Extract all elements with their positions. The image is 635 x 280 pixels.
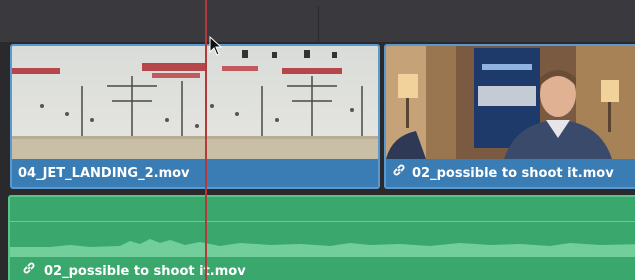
timeline-ruler[interactable] [0, 0, 635, 42]
clip-name-jet-landing: 04_JET_LANDING_2.mov [18, 166, 190, 181]
audio-waveform [10, 227, 635, 257]
link-icon [392, 159, 408, 187]
audio-clip-interview[interactable]: 02_possible to shoot it.mov [8, 195, 635, 280]
audio-clip-name: 02_possible to shoot it.mov [44, 264, 246, 279]
video-clip-interview[interactable]: 02_possible to shoot it.mov [384, 44, 635, 189]
clip-label-jet-landing: 04_JET_LANDING_2.mov [12, 159, 378, 187]
clip-label-interview: 02_possible to shoot it.mov [386, 159, 635, 187]
link-icon [22, 261, 38, 279]
clip-name-interview: 02_possible to shoot it.mov [412, 166, 614, 181]
audio-level-line [10, 221, 635, 222]
arrow-cursor-icon [209, 35, 223, 56]
video-clip-jet-landing[interactable]: 04_JET_LANDING_2.mov [10, 44, 380, 189]
audio-clip-label: 02_possible to shoot it.mov [22, 261, 246, 279]
clip-thumbnail-interview [386, 46, 635, 159]
ruler-divider [318, 6, 319, 42]
playhead[interactable] [205, 0, 207, 280]
clip-thumbnail-jet-landing [12, 46, 378, 159]
